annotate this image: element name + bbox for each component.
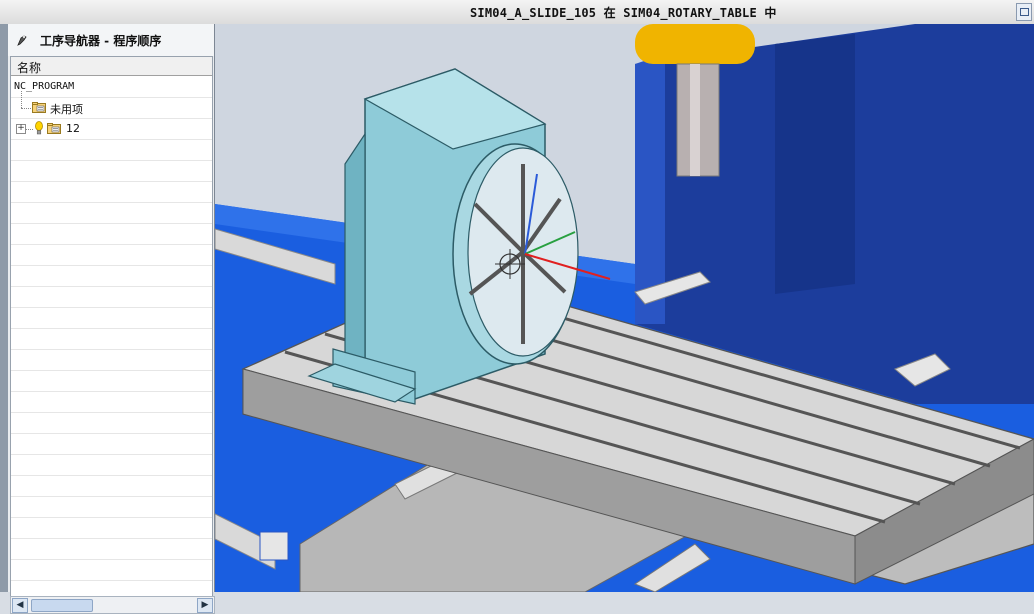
tree-item-label: 未用项: [50, 103, 83, 116]
tree-row-12[interactable]: + 12: [11, 118, 212, 140]
tree-row-empty: [11, 181, 212, 203]
tree-row-unused-items[interactable]: 未用项: [11, 91, 212, 119]
tree-row-empty: [11, 265, 212, 287]
scroll-right-button[interactable]: ▶: [197, 598, 213, 613]
tree-row-empty: [11, 370, 212, 392]
tree-item-label: 12: [66, 122, 80, 135]
navigator-tree[interactable]: 名称 NC_PROGRAM 未用项 + 12: [10, 56, 213, 598]
tree-row-empty: [11, 391, 212, 413]
tree-row-empty: [11, 328, 212, 350]
tree-item-label: NC_PROGRAM: [14, 81, 75, 92]
tree-row-nc-program[interactable]: NC_PROGRAM: [11, 76, 212, 98]
expand-toggle[interactable]: +: [16, 124, 26, 134]
tree-row-empty: [11, 307, 212, 329]
tree-row-empty: [11, 286, 212, 308]
tree-row-empty: [11, 223, 212, 245]
tree-row-empty: [11, 160, 212, 182]
scroll-thumb[interactable]: [31, 599, 93, 612]
tree-connector: [21, 91, 22, 108]
graphics-viewport[interactable]: [215, 24, 1034, 592]
resource-bar: [0, 24, 8, 592]
tree-row-empty: [11, 496, 212, 518]
tree-row-empty: [11, 559, 212, 581]
restore-window-button[interactable]: [1016, 3, 1032, 21]
window-title: SIM04_A_SLIDE_105 在 SIM04_ROTARY_TABLE 中: [470, 6, 777, 20]
tree-connector: [26, 129, 33, 130]
column-header-name[interactable]: 名称: [11, 57, 212, 76]
tree-row-empty: [11, 433, 212, 455]
tree-row-empty: [11, 202, 212, 224]
window-title-bar: SIM04_A_SLIDE_105 在 SIM04_ROTARY_TABLE 中: [0, 0, 1034, 25]
bulb-icon: [35, 121, 43, 135]
tree-row-empty: [11, 517, 212, 539]
tree-connector: [21, 108, 31, 109]
folder-icon: [47, 123, 61, 134]
navigator-title: 工序导航器 - 程序顺序: [40, 34, 162, 48]
machine-scene: [215, 24, 1034, 592]
tree-row-empty: [11, 244, 212, 266]
tree-row-empty: [11, 454, 212, 476]
navigator-header: 工序导航器 - 程序顺序: [8, 24, 214, 56]
scroll-left-button[interactable]: ◀: [12, 598, 28, 613]
tree-row-empty: [11, 349, 212, 371]
operation-navigator-panel: 工序导航器 - 程序顺序 名称 NC_PROGRAM 未用项 + 12 ◀ ▶: [8, 24, 215, 614]
navigator-icon: [17, 35, 27, 46]
tree-row-empty: [11, 139, 212, 161]
horizontal-scrollbar[interactable]: ◀ ▶: [10, 596, 215, 614]
folder-icon: [32, 102, 46, 113]
tree-row-empty: [11, 412, 212, 434]
tree-row-empty: [11, 475, 212, 497]
tree-row-empty: [11, 538, 212, 560]
